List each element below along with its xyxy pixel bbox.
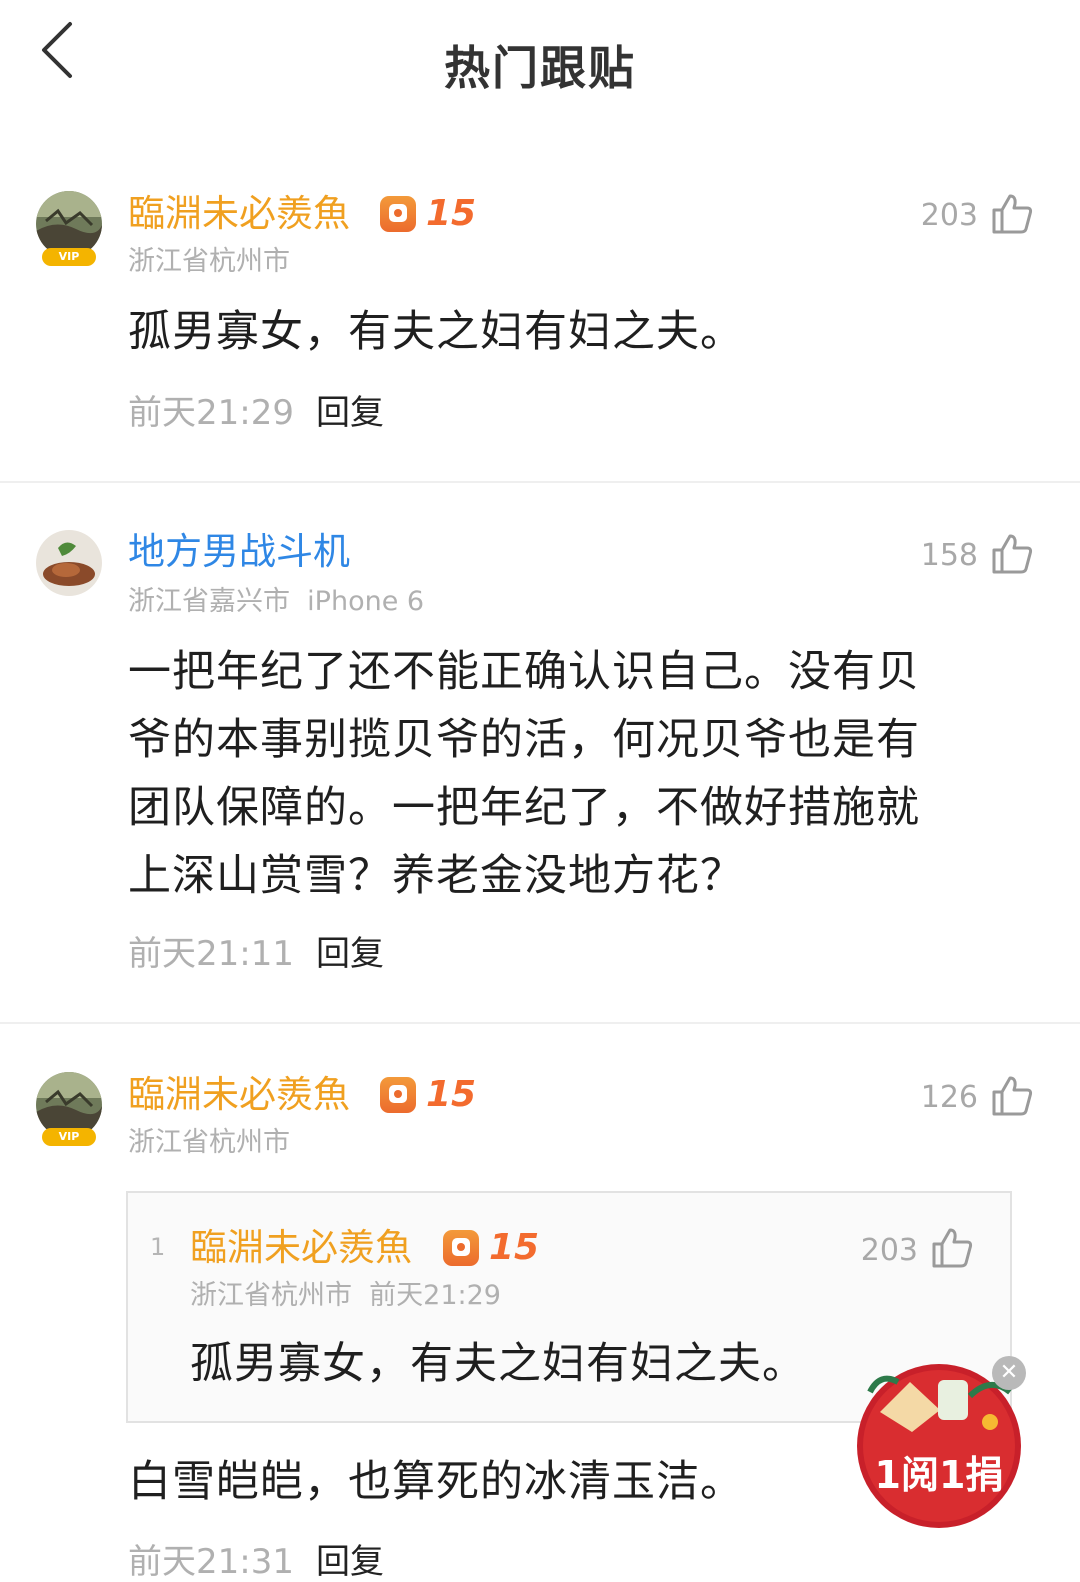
quoted-meta: 浙江省杭州市 前天21:29: [190, 1280, 501, 1312]
comment-text-line: 团队保障的。一把年纪了，不做好措施就: [128, 783, 920, 833]
comment-text-line: 一把年纪了还不能正确认识自己。没有贝: [128, 647, 920, 697]
medal-badge-icon: [443, 1230, 479, 1266]
user-avatar[interactable]: [36, 530, 102, 596]
page-title: 热门跟贴: [444, 41, 636, 95]
medal-badge-icon: [380, 196, 416, 232]
quoted-location: 浙江省杭州市: [190, 1280, 352, 1311]
user-location-text: 浙江省嘉兴市: [128, 586, 290, 617]
comment-text-line: 爷的本事别揽贝爷的活，何况贝爷也是有: [128, 715, 920, 765]
header-bar: 热门跟贴: [0, 0, 1080, 120]
user-device: iPhone 6: [307, 586, 425, 617]
medal-badge-icon: [380, 1077, 416, 1113]
username[interactable]: 地方男战斗机: [128, 530, 350, 574]
level-badge: 15: [489, 1227, 540, 1268]
reply-button[interactable]: 回复: [316, 934, 384, 974]
quoted-username[interactable]: 臨淵未必羨魚: [190, 1226, 412, 1270]
reply-button[interactable]: 回复: [316, 393, 384, 433]
user-location: 浙江省嘉兴市 iPhone 6: [128, 586, 424, 618]
thumbs-up-icon[interactable]: [990, 1074, 1034, 1118]
comment-text: 孤男寡女，有夫之妇有妇之夫。: [128, 307, 744, 357]
close-icon[interactable]: ✕: [992, 1356, 1026, 1390]
comment-time: 前天21:31: [128, 1542, 294, 1582]
comment-time: 前天21:11: [128, 934, 294, 974]
like-count: 158: [920, 538, 978, 573]
comment-time: 前天21:29: [128, 393, 294, 433]
quoted-like-count: 203: [860, 1233, 918, 1268]
divider: [0, 481, 1080, 483]
quoted-text: 孤男寡女，有夫之妇有妇之夫。: [190, 1339, 806, 1389]
thumbs-up-icon[interactable]: [930, 1226, 974, 1270]
level-badge: 15: [426, 1074, 477, 1115]
divider: [0, 1022, 1080, 1024]
thumbs-up-icon[interactable]: [990, 532, 1034, 576]
username[interactable]: 臨淵未必羨魚: [128, 1073, 350, 1117]
comment-text-line: 上深山赏雪？养老金没地方花？: [128, 851, 744, 901]
quoted-time: 前天21:29: [369, 1280, 501, 1311]
comment-text: 一把年纪了还不能正确认识自己。没有贝 爷的本事别揽贝爷的活，何况贝爷也是有 团队…: [128, 638, 1008, 910]
quote-floor-number: 1: [150, 1233, 166, 1261]
user-location: 浙江省杭州市: [128, 246, 290, 277]
level-badge: 15: [426, 193, 477, 234]
like-count: 203: [920, 198, 978, 233]
like-count: 126: [920, 1080, 978, 1115]
charity-badge-text: 1阅1捐: [874, 1453, 1004, 1497]
vip-tag: VIP: [42, 248, 96, 266]
vip-tag: VIP: [42, 1128, 96, 1146]
reply-button[interactable]: 回复: [316, 1542, 384, 1582]
username[interactable]: 臨淵未必羨魚: [128, 192, 350, 236]
thumbs-up-icon[interactable]: [990, 192, 1034, 236]
user-location: 浙江省杭州市: [128, 1127, 290, 1158]
